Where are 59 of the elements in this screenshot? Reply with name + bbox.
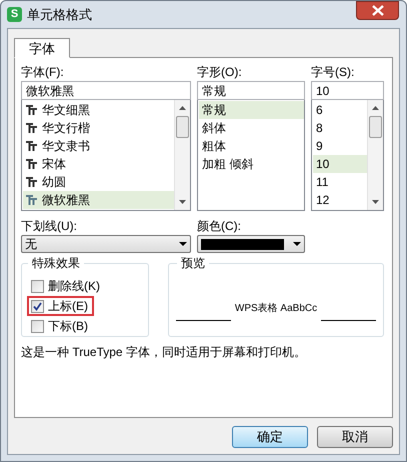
window-title: 单元格格式 xyxy=(27,6,92,24)
scroll-up-icon[interactable] xyxy=(372,106,379,110)
list-item[interactable]: 常规 xyxy=(199,101,304,119)
group-title: 预览 xyxy=(177,255,209,271)
checkbox[interactable] xyxy=(31,300,44,312)
dialog-button[interactable]: 取消 xyxy=(317,426,393,448)
checkbox[interactable] xyxy=(31,320,44,332)
field-label: 下划线(U): xyxy=(21,218,78,234)
text-field[interactable]: 常规 xyxy=(197,81,305,100)
close-button[interactable] xyxy=(356,1,399,20)
list-item[interactable]: 华文细黑 xyxy=(23,101,174,119)
scroll-down-icon[interactable] xyxy=(179,200,186,204)
font-type-icon xyxy=(26,141,37,151)
font-type-icon xyxy=(26,123,37,133)
checkbox[interactable] xyxy=(31,280,44,292)
group-title: 特殊效果 xyxy=(28,255,84,271)
font-type-icon xyxy=(26,177,37,187)
checkbox-label[interactable]: 删除线(K) xyxy=(48,277,100,295)
list-item[interactable]: 10 xyxy=(313,155,367,173)
list-item[interactable]: 8 xyxy=(313,119,367,137)
list-item[interactable]: 9 xyxy=(313,137,367,155)
list-item[interactable]: 宋体 xyxy=(23,155,174,173)
underline-dropdown[interactable]: 无 xyxy=(21,235,191,253)
scroll-up-icon[interactable] xyxy=(179,106,186,110)
scroll-down-icon[interactable] xyxy=(372,200,379,204)
scrollbar[interactable] xyxy=(174,100,190,210)
color-dropdown[interactable] xyxy=(197,235,305,253)
list-item[interactable]: 6 xyxy=(313,101,367,119)
list-item[interactable]: 华文行楷 xyxy=(23,119,174,137)
field-label: 字号(S): xyxy=(311,64,356,80)
field-label: 颜色(C): xyxy=(197,218,242,234)
app-logo: S xyxy=(7,7,22,22)
text-field[interactable]: 10 xyxy=(311,81,384,100)
font-description: 这是一种 TrueType 字体，同时适用于屏幕和打印机。 xyxy=(21,344,307,361)
list-item[interactable]: 加粗 倾斜 xyxy=(199,155,304,173)
list-item[interactable]: 幼圆 xyxy=(23,173,174,191)
list-item[interactable]: 华文隶书 xyxy=(23,137,174,155)
list-item[interactable]: 12 xyxy=(313,191,367,209)
list-item[interactable]: 斜体 xyxy=(199,119,304,137)
list-item[interactable]: 粗体 xyxy=(199,137,304,155)
list-item[interactable]: 11 xyxy=(313,173,367,191)
dropdown-caret-icon xyxy=(179,242,187,246)
field-label: 字形(O): xyxy=(197,64,243,80)
checkbox-label[interactable]: 下标(B) xyxy=(48,317,88,335)
dropdown-caret-icon xyxy=(293,242,301,246)
list-item[interactable]: 微软雅黑 xyxy=(23,191,174,209)
checkbox-label[interactable]: 上标(E) xyxy=(48,297,88,315)
close-icon xyxy=(372,5,384,16)
tab[interactable]: 字体 xyxy=(14,38,70,58)
scroll-thumb[interactable] xyxy=(369,116,382,138)
field-label: 字体(F): xyxy=(21,64,65,80)
font-type-icon xyxy=(26,105,37,115)
scroll-thumb[interactable] xyxy=(176,116,189,138)
font-type-icon xyxy=(26,159,37,169)
font-type-icon xyxy=(26,195,37,205)
scrollbar[interactable] xyxy=(367,100,383,210)
text-field[interactable]: 微软雅黑 xyxy=(21,81,191,100)
preview-sample: WPS表格 AaBbCc xyxy=(234,302,318,316)
dialog-button[interactable]: 确定 xyxy=(232,426,308,448)
